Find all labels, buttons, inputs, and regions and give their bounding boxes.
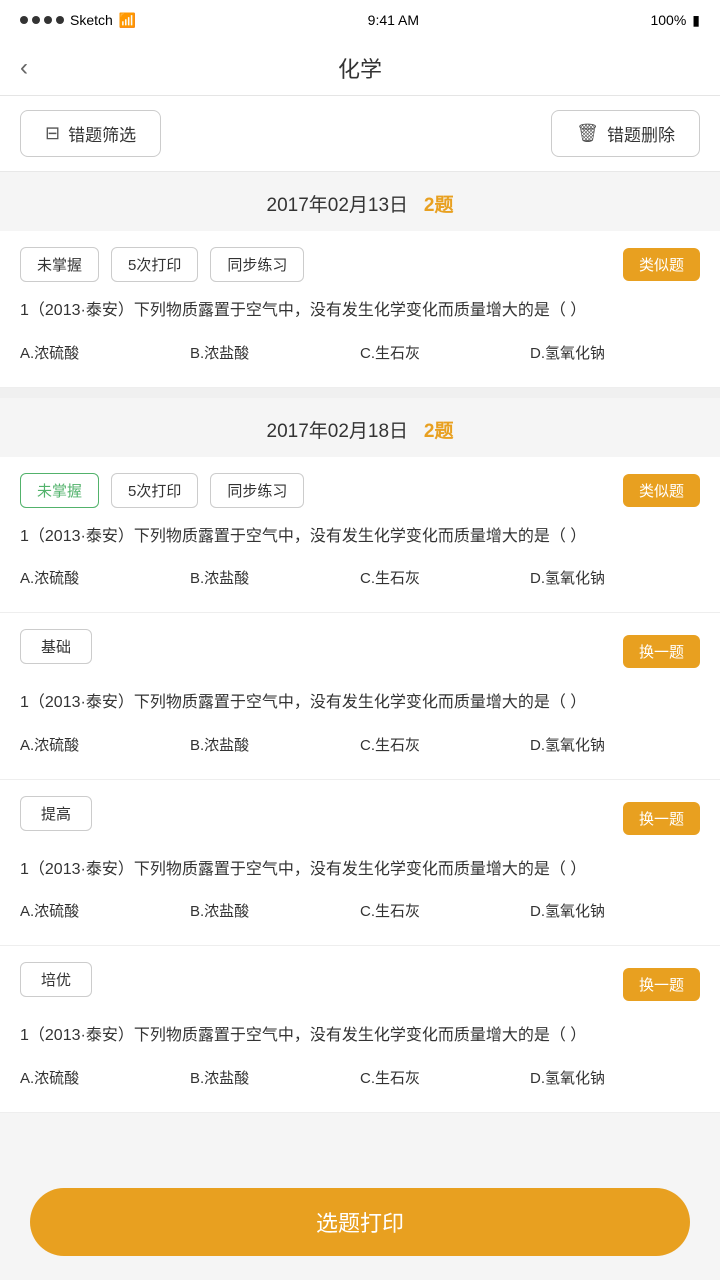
status-bar: Sketch 📶 9:41 AM 100% ▮	[0, 0, 720, 40]
option-c-2-4: C.生石灰	[360, 1063, 530, 1092]
option-a-1-1: A.浓硫酸	[20, 338, 190, 367]
sub-tag-basic: 基础	[20, 629, 92, 664]
option-a-2-4: A.浓硫酸	[20, 1063, 190, 1092]
option-d-2-2: D.氢氧化钠	[530, 730, 700, 759]
question-card-2-2: 基础 换一题 1（2013·泰安）下列物质露置于空气中，没有发生化学变化而质量增…	[0, 613, 720, 780]
sub-tag-elite: 培优	[20, 962, 92, 997]
tag-unmastered-1-1[interactable]: 未掌握	[20, 247, 99, 282]
option-c-2-2: C.生石灰	[360, 730, 530, 759]
tag-print-2-1[interactable]: 5次打印	[111, 473, 198, 508]
tag-unmastered-2-1[interactable]: 未掌握	[20, 473, 99, 508]
status-time: 9:41 AM	[368, 12, 419, 28]
page-title: 化学	[338, 52, 382, 84]
date-text-1: 2017年02月13日	[267, 195, 409, 216]
date-text-2: 2017年02月18日	[267, 421, 409, 442]
sub-tag-advanced: 提高	[20, 796, 92, 831]
question-text-2-1: 1（2013·泰安）下列物质露置于空气中，没有发生化学变化而质量增大的是（ ）	[20, 524, 700, 550]
tag-print-1-1[interactable]: 5次打印	[111, 247, 198, 282]
swap-button-2-2[interactable]: 换一题	[623, 635, 700, 668]
option-d-2-4: D.氢氧化钠	[530, 1063, 700, 1092]
option-a-2-1: A.浓硫酸	[20, 563, 190, 592]
filter-icon: ⊟	[45, 123, 60, 144]
app-name: Sketch	[70, 12, 113, 28]
tag-sync-1-1[interactable]: 同步练习	[210, 247, 304, 282]
battery-label: 100%	[650, 12, 686, 28]
date-header-2: 2017年02月18日 2题	[0, 398, 720, 457]
option-b-2-1: B.浓盐酸	[190, 563, 360, 592]
question-text-2-4: 1（2013·泰安）下列物质露置于空气中，没有发生化学变化而质量增大的是（ ）	[20, 1023, 700, 1049]
status-right: 100% ▮	[650, 12, 700, 29]
option-c-1-1: C.生石灰	[360, 338, 530, 367]
count-2: 2题	[424, 421, 454, 442]
tag-row-2-4: 培优 换一题	[20, 962, 700, 1007]
question-card-1-1: 未掌握 5次打印 同步练习 类似题 1（2013·泰安）下列物质露置于空气中，没…	[0, 231, 720, 388]
battery-icon: ▮	[692, 12, 700, 29]
bottom-bar: 选题打印	[0, 1172, 720, 1280]
filter-button[interactable]: ⊟ 错题筛选	[20, 110, 161, 157]
swap-button-2-3[interactable]: 换一题	[623, 802, 700, 835]
tag-sync-2-1[interactable]: 同步练习	[210, 473, 304, 508]
count-1: 2题	[424, 195, 454, 216]
question-text-2-2: 1（2013·泰安）下列物质露置于空气中，没有发生化学变化而质量增大的是（ ）	[20, 690, 700, 716]
tag-row-2-1: 未掌握 5次打印 同步练习 类似题	[20, 473, 700, 508]
options-row-2-2: A.浓硫酸 B.浓盐酸 C.生石灰 D.氢氧化钠	[20, 730, 700, 759]
options-row-2-1: A.浓硫酸 B.浓盐酸 C.生石灰 D.氢氧化钠	[20, 563, 700, 592]
wifi-icon: 📶	[119, 12, 136, 29]
tag-row-1-1: 未掌握 5次打印 同步练习 类似题	[20, 247, 700, 282]
option-b-2-2: B.浓盐酸	[190, 730, 360, 759]
option-c-2-3: C.生石灰	[360, 896, 530, 925]
options-row-2-4: A.浓硫酸 B.浓盐酸 C.生石灰 D.氢氧化钠	[20, 1063, 700, 1092]
toolbar: ⊟ 错题筛选 🗑 错题删除	[0, 96, 720, 172]
filter-label: 错题筛选	[68, 121, 136, 146]
option-b-2-3: B.浓盐酸	[190, 896, 360, 925]
delete-button[interactable]: 🗑 错题删除	[551, 110, 700, 157]
back-button[interactable]: ‹	[20, 54, 28, 82]
question-text-2-3: 1（2013·泰安）下列物质露置于空气中，没有发生化学变化而质量增大的是（ ）	[20, 857, 700, 883]
similar-button-1-1[interactable]: 类似题	[623, 248, 700, 281]
delete-label: 错题删除	[607, 121, 675, 146]
signal-dots	[20, 16, 64, 24]
option-c-2-1: C.生石灰	[360, 563, 530, 592]
delete-icon: 🗑	[576, 123, 599, 144]
question-card-2-3: 提高 换一题 1（2013·泰安）下列物质露置于空气中，没有发生化学变化而质量增…	[0, 780, 720, 947]
tag-row-2-3: 提高 换一题	[20, 796, 700, 841]
status-left: Sketch 📶	[20, 12, 136, 29]
header: ‹ 化学	[0, 40, 720, 96]
print-button[interactable]: 选题打印	[30, 1188, 690, 1256]
question-text-1-1: 1（2013·泰安）下列物质露置于空气中，没有发生化学变化而质量增大的是（ ）	[20, 298, 700, 324]
swap-button-2-4[interactable]: 换一题	[623, 968, 700, 1001]
option-d-2-3: D.氢氧化钠	[530, 896, 700, 925]
tag-row-2-2: 基础 换一题	[20, 629, 700, 674]
options-row-2-3: A.浓硫酸 B.浓盐酸 C.生石灰 D.氢氧化钠	[20, 896, 700, 925]
option-b-1-1: B.浓盐酸	[190, 338, 360, 367]
option-a-2-3: A.浓硫酸	[20, 896, 190, 925]
options-row-1-1: A.浓硫酸 B.浓盐酸 C.生石灰 D.氢氧化钠	[20, 338, 700, 367]
question-card-2-1: 未掌握 5次打印 同步练习 类似题 1（2013·泰安）下列物质露置于空气中，没…	[0, 457, 720, 614]
question-card-2-4: 培优 换一题 1（2013·泰安）下列物质露置于空气中，没有发生化学变化而质量增…	[0, 946, 720, 1113]
similar-button-2-1[interactable]: 类似题	[623, 474, 700, 507]
date-header-1: 2017年02月13日 2题	[0, 172, 720, 231]
option-d-2-1: D.氢氧化钠	[530, 563, 700, 592]
option-d-1-1: D.氢氧化钠	[530, 338, 700, 367]
option-a-2-2: A.浓硫酸	[20, 730, 190, 759]
scroll-content: 2017年02月13日 2题 未掌握 5次打印 同步练习 类似题 1（2013·…	[0, 172, 720, 1233]
section-divider-1	[0, 388, 720, 398]
option-b-2-4: B.浓盐酸	[190, 1063, 360, 1092]
